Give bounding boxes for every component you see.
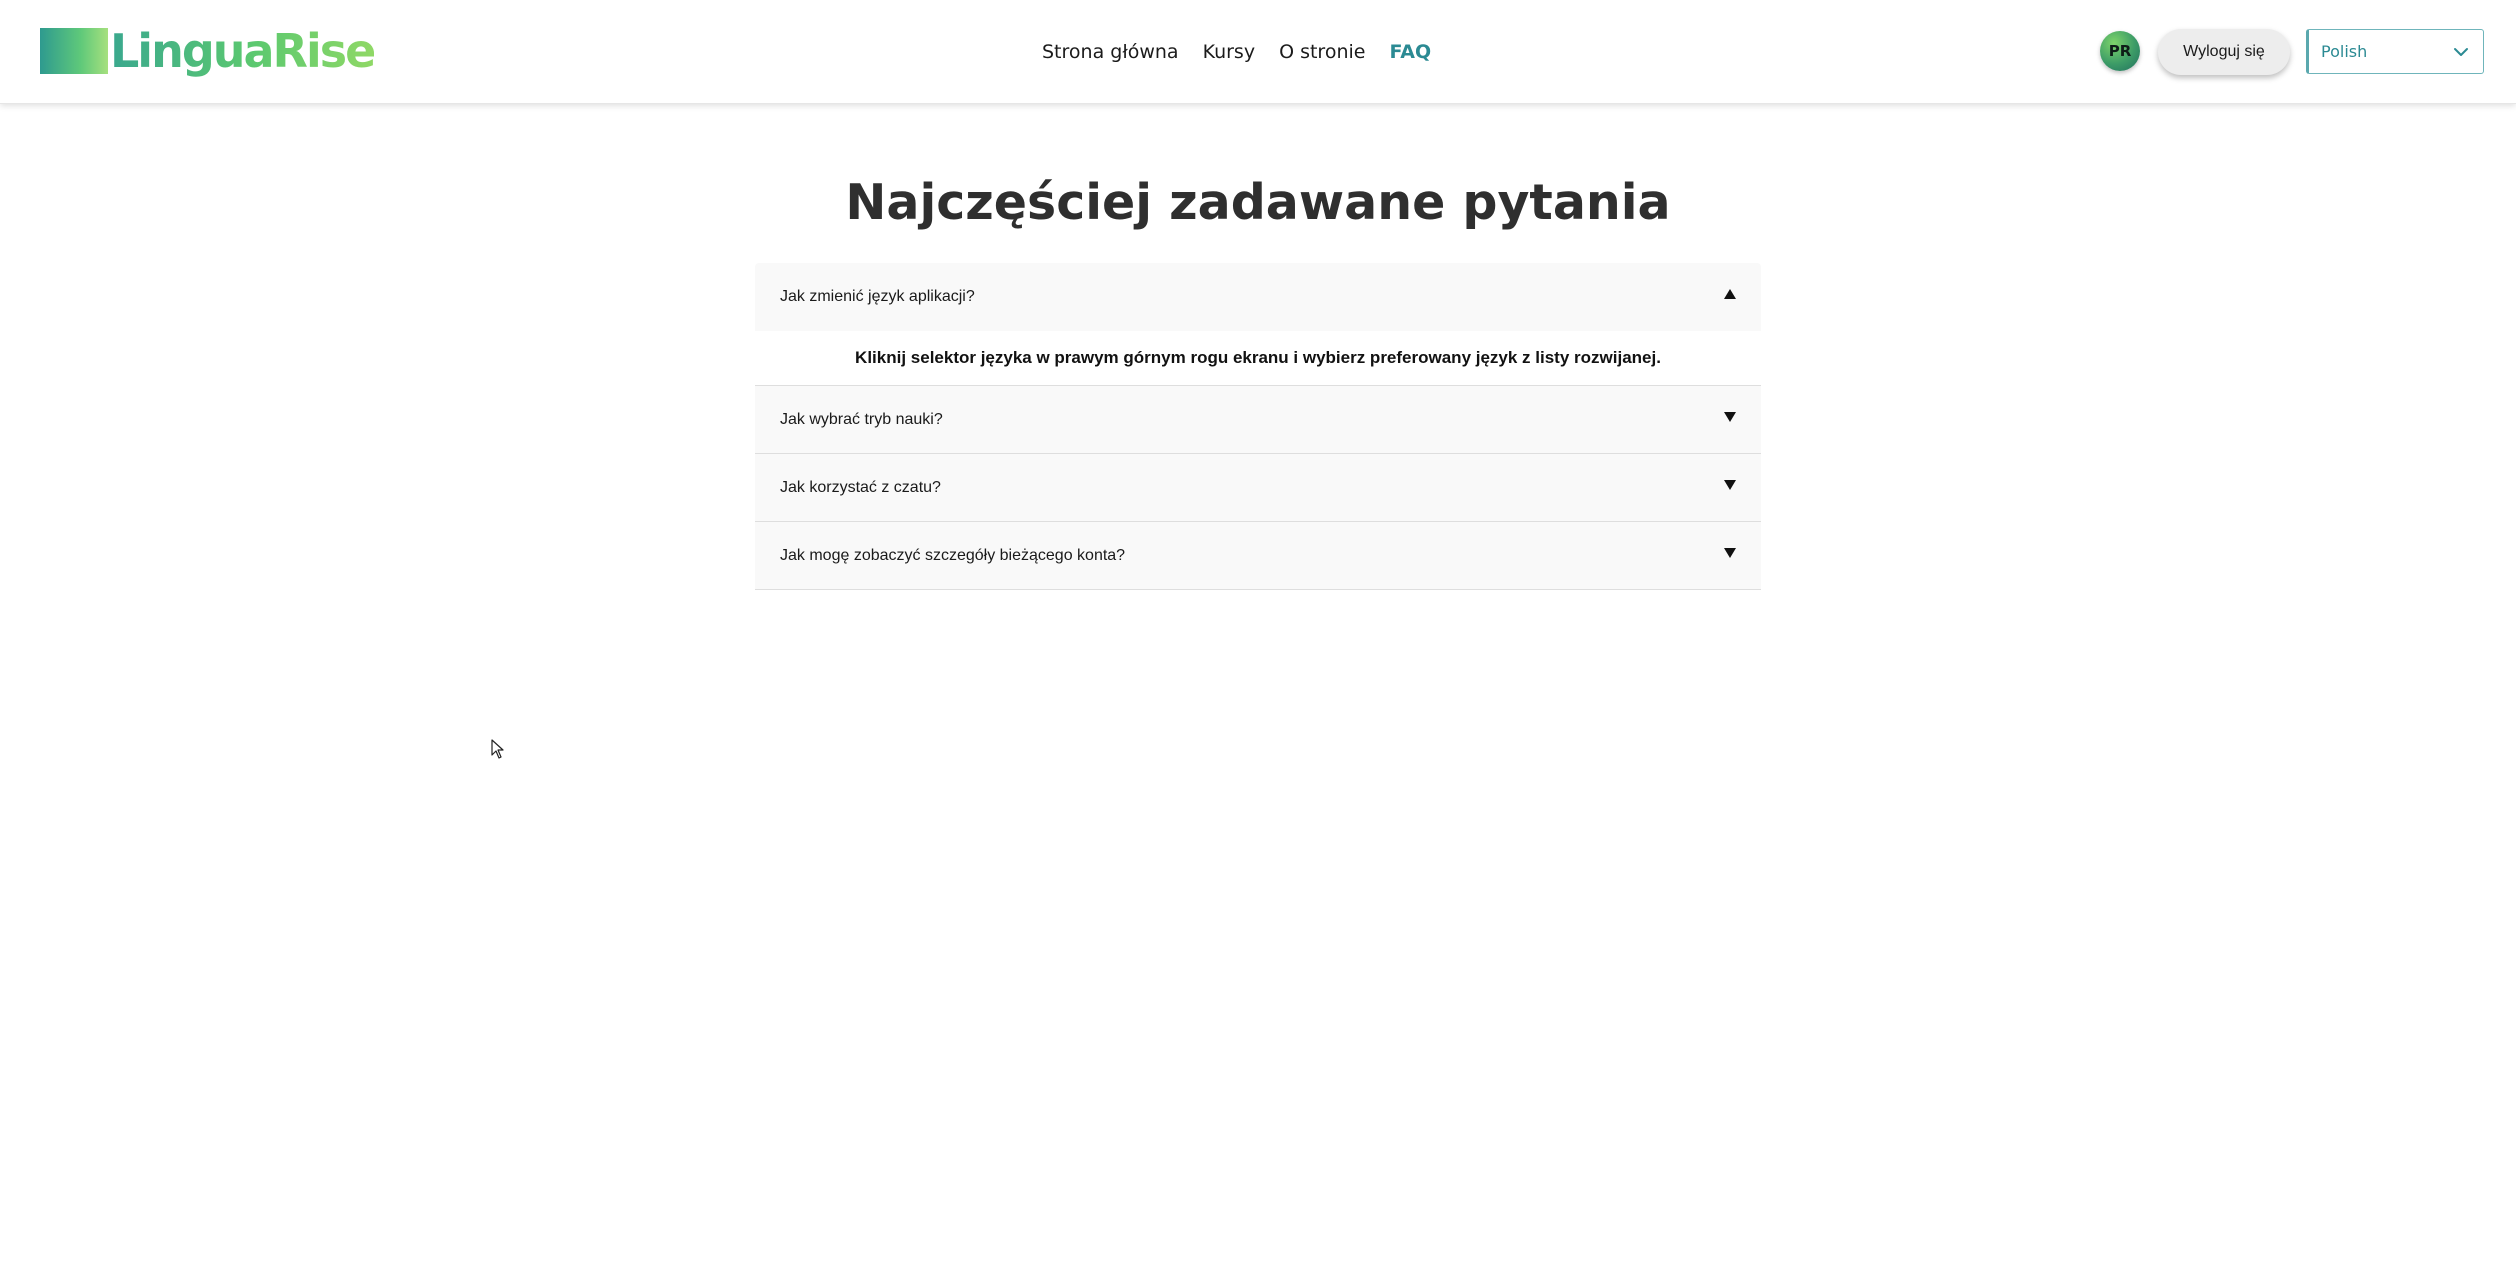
faq-list: Jak zmienić język aplikacji? Kliknij sel… bbox=[755, 263, 1761, 590]
triangle-down-icon bbox=[1724, 548, 1736, 558]
faq-question-toggle[interactable]: Jak mogę zobaczyć szczegóły bieżącego ko… bbox=[755, 522, 1761, 590]
main-nav: Strona główna Kursy O stronie FAQ bbox=[1042, 36, 1431, 68]
faq-question-text: Jak wybrać tryb nauki? bbox=[780, 410, 943, 428]
nav-link-courses[interactable]: Kursy bbox=[1203, 41, 1256, 63]
faq-question-text: Jak korzystać z czatu? bbox=[780, 478, 941, 496]
nav-link-about[interactable]: O stronie bbox=[1279, 41, 1365, 63]
logo-text: LinguaRise bbox=[110, 24, 376, 78]
triangle-up-icon bbox=[1724, 289, 1736, 299]
logo-mark bbox=[40, 28, 108, 74]
page-title: Najczęściej zadawane pytania bbox=[845, 174, 1671, 231]
mouse-cursor-icon bbox=[491, 739, 504, 759]
faq-item: Jak wybrać tryb nauki? bbox=[755, 386, 1761, 454]
faq-question-toggle[interactable]: Jak zmienić język aplikacji? bbox=[755, 263, 1761, 331]
top-navbar: LinguaRise Strona główna Kursy O stronie… bbox=[0, 0, 2516, 104]
faq-answer-text: Kliknij selektor języka w prawym górnym … bbox=[855, 348, 1661, 367]
language-select[interactable]: Polish bbox=[2306, 29, 2484, 74]
chevron-down-icon bbox=[2454, 48, 2468, 56]
logo[interactable]: LinguaRise bbox=[40, 24, 376, 78]
nav-link-faq[interactable]: FAQ bbox=[1389, 41, 1431, 63]
logout-button[interactable]: Wyloguj się bbox=[2158, 29, 2290, 75]
faq-question-text: Jak zmienić język aplikacji? bbox=[780, 288, 975, 305]
triangle-down-icon bbox=[1724, 412, 1736, 422]
faq-answer: Kliknij selektor języka w prawym górnym … bbox=[755, 331, 1761, 386]
faq-item: Jak korzystać z czatu? bbox=[755, 454, 1761, 522]
triangle-down-icon bbox=[1724, 480, 1736, 490]
faq-item: Jak mogę zobaczyć szczegóły bieżącego ko… bbox=[755, 522, 1761, 590]
faq-question-toggle[interactable]: Jak korzystać z czatu? bbox=[755, 454, 1761, 522]
faq-question-text: Jak mogę zobaczyć szczegóły bieżącego ko… bbox=[780, 546, 1126, 564]
language-select-value: Polish bbox=[2321, 42, 2368, 61]
avatar[interactable]: PR bbox=[2100, 31, 2140, 71]
faq-item: Jak zmienić język aplikacji? Kliknij sel… bbox=[755, 263, 1761, 386]
faq-question-toggle[interactable]: Jak wybrać tryb nauki? bbox=[755, 386, 1761, 454]
nav-link-home[interactable]: Strona główna bbox=[1042, 41, 1179, 63]
